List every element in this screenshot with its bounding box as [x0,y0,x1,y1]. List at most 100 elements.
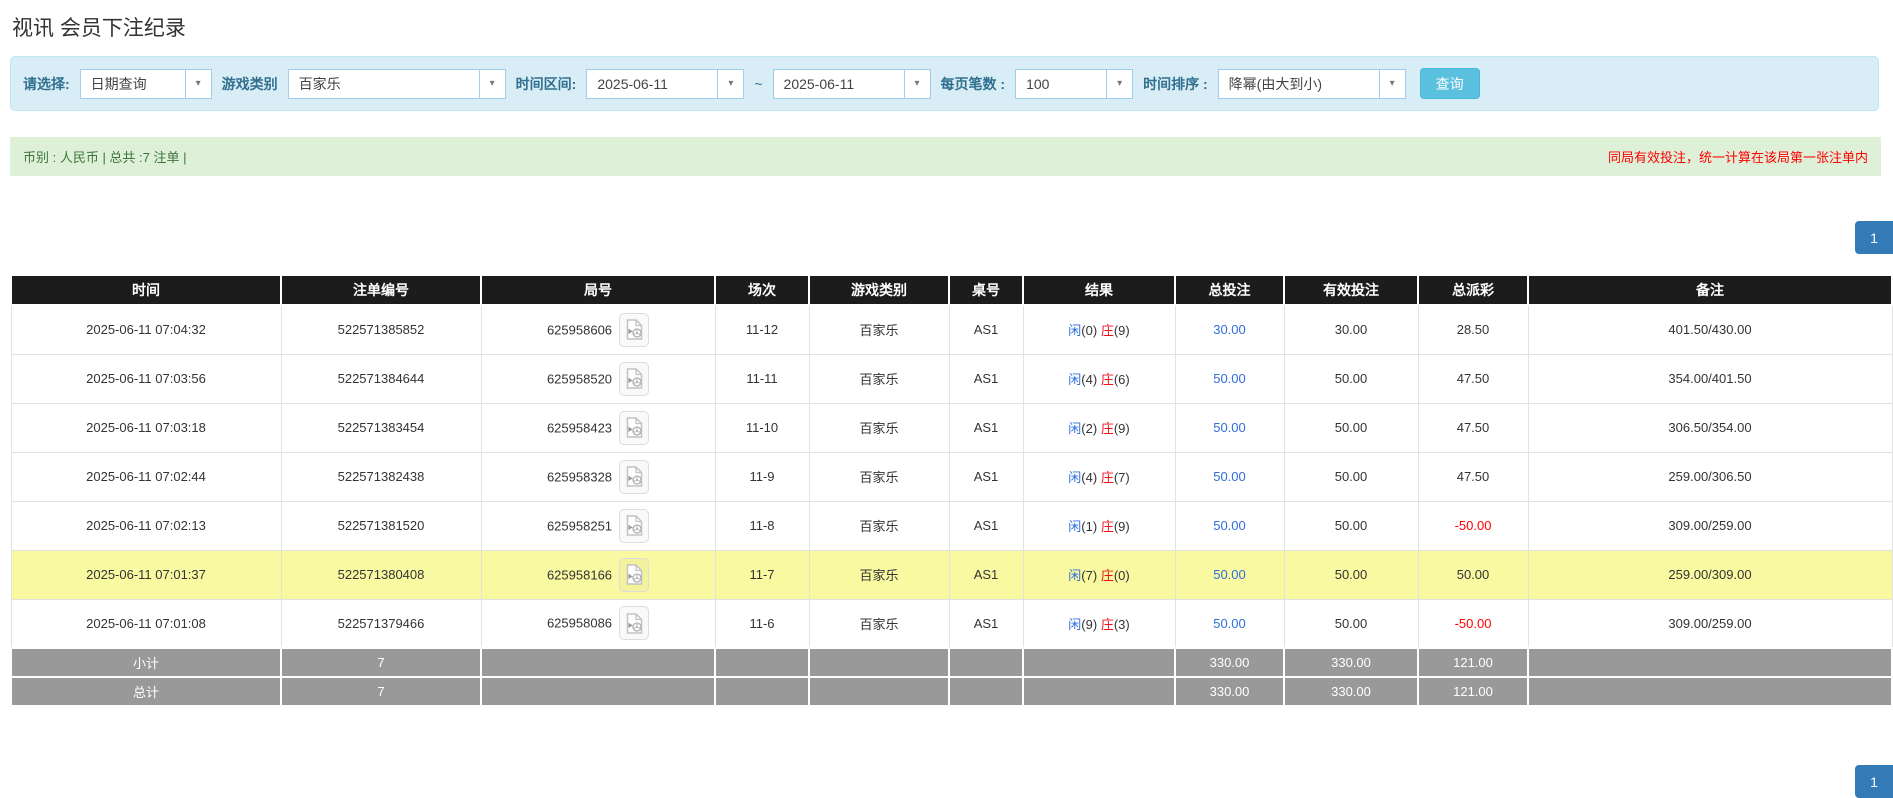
cell-time: 2025-06-11 07:03:18 [11,403,281,452]
cell-session: 11-8 [715,501,809,550]
subtotal-row-empty-cell [1528,648,1892,677]
game-type-label: 游戏类别 [222,74,278,94]
cell-round-id: 625958423 [481,403,715,452]
cell-session: 11-7 [715,550,809,599]
cell-table-id: AS1 [949,550,1023,599]
cell-bet-id: 522571385852 [281,305,481,354]
video-file-icon[interactable] [619,313,649,347]
total-bet-link[interactable]: 50.00 [1213,518,1246,533]
cell-game-type: 百家乐 [809,550,949,599]
query-type-select-value: 日期查询 [81,70,185,98]
total-row-count: 7 [281,677,481,706]
result-banker-score: (0) [1114,568,1130,583]
total-bet-link[interactable]: 30.00 [1213,322,1246,337]
sort-select-value: 降幂(由大到小) [1219,70,1379,98]
total-bet-link[interactable]: 50.00 [1213,371,1246,386]
date-to-select[interactable]: 2025-06-11 ▾ [773,69,931,99]
range-separator: ~ [754,76,762,92]
cell-round-id: 625958086 [481,599,715,648]
video-file-icon[interactable] [619,558,649,592]
cell-result: 闲(1) 庄(9) [1023,501,1175,550]
video-file-icon[interactable] [619,509,649,543]
pagination-page-button[interactable]: 1 [1855,221,1893,254]
result-player-score: (2) [1081,421,1097,436]
total-row-empty-cell [1528,677,1892,706]
total-bet-link[interactable]: 50.00 [1213,616,1246,631]
page-size-select[interactable]: 100 ▾ [1015,69,1133,99]
video-file-icon[interactable] [619,411,649,445]
game-type-select[interactable]: 百家乐 ▾ [288,69,506,99]
result-player-score: (9) [1081,617,1097,632]
cell-bet-id: 522571384644 [281,354,481,403]
date-range-label: 时间区间: [516,74,577,94]
column-header: 有效投注 [1284,275,1418,305]
date-from-select[interactable]: 2025-06-11 ▾ [586,69,744,99]
cell-time: 2025-06-11 07:04:32 [11,305,281,354]
result-banker-label: 庄 [1101,519,1114,534]
cell-time: 2025-06-11 07:01:37 [11,550,281,599]
total-row-empty-cell [1023,677,1175,706]
sort-select[interactable]: 降幂(由大到小) ▾ [1218,69,1406,99]
cell-result: 闲(7) 庄(0) [1023,550,1175,599]
cell-table-id: AS1 [949,599,1023,648]
query-type-select[interactable]: 日期查询 ▾ [80,69,212,99]
cell-game-type: 百家乐 [809,599,949,648]
result-banker-score: (9) [1114,323,1130,338]
table-row-highlighted: 2025-06-11 07:01:37522571380408 625958166… [11,550,1892,599]
chevron-down-icon: ▾ [1106,70,1132,98]
total-bet-link[interactable]: 50.00 [1213,567,1246,582]
result-player-label: 闲 [1068,372,1081,387]
subtotal-row-empty-cell [949,648,1023,677]
summary-notice: 同局有效投注，统一计算在该局第一张注单内 [1608,147,1868,166]
cell-bet-id: 522571380408 [281,550,481,599]
table-row: 2025-06-11 07:02:13522571381520625958251… [11,501,1892,550]
cell-session: 11-10 [715,403,809,452]
cell-table-id: AS1 [949,452,1023,501]
result-banker-label: 庄 [1101,372,1114,387]
total-bet-link[interactable]: 50.00 [1213,420,1246,435]
cell-payout: -50.00 [1418,599,1528,648]
cell-round-id: 625958328 [481,452,715,501]
cell-bet-id: 522571379466 [281,599,481,648]
cell-round-id: 625958520 [481,354,715,403]
round-id-text: 625958251 [547,518,612,533]
cell-total-bet: 50.00 [1175,403,1284,452]
cell-remark: 259.00/309.00 [1528,550,1892,599]
cell-payout: -50.00 [1418,501,1528,550]
cell-total-bet: 30.00 [1175,305,1284,354]
result-banker-score: (6) [1114,372,1130,387]
cell-result: 闲(4) 庄(7) [1023,452,1175,501]
cell-total-bet: 50.00 [1175,550,1284,599]
result-player-score: (7) [1081,568,1097,583]
cell-valid-bet: 50.00 [1284,599,1418,648]
cell-result: 闲(4) 庄(6) [1023,354,1175,403]
cell-payout: 47.50 [1418,403,1528,452]
result-player-label: 闲 [1068,617,1081,632]
table-row: 2025-06-11 07:03:18522571383454625958423… [11,403,1892,452]
column-header: 局号 [481,275,715,305]
cell-table-id: AS1 [949,305,1023,354]
search-button[interactable]: 查询 [1420,68,1480,99]
column-header: 备注 [1528,275,1892,305]
total-row-empty-cell [809,677,949,706]
cell-table-id: AS1 [949,501,1023,550]
cell-remark: 354.00/401.50 [1528,354,1892,403]
total-bet-link[interactable]: 50.00 [1213,469,1246,484]
total-row-empty-cell [715,677,809,706]
video-file-icon[interactable] [619,362,649,396]
cell-total-bet: 50.00 [1175,501,1284,550]
video-file-icon[interactable] [619,606,649,640]
video-file-icon[interactable] [619,460,649,494]
column-header: 注单编号 [281,275,481,305]
result-player-score: (0) [1081,323,1097,338]
total-row-label: 总计 [11,677,281,706]
column-header: 总投注 [1175,275,1284,305]
round-id-text: 625958166 [547,567,612,582]
cell-payout: 50.00 [1418,550,1528,599]
cell-result: 闲(2) 庄(9) [1023,403,1175,452]
game-type-select-value: 百家乐 [289,70,479,98]
result-banker-label: 庄 [1101,323,1114,338]
total-row: 总计7330.00330.00121.00 [11,677,1892,706]
cell-round-id: 625958166 [481,550,715,599]
total-row-empty-cell [949,677,1023,706]
